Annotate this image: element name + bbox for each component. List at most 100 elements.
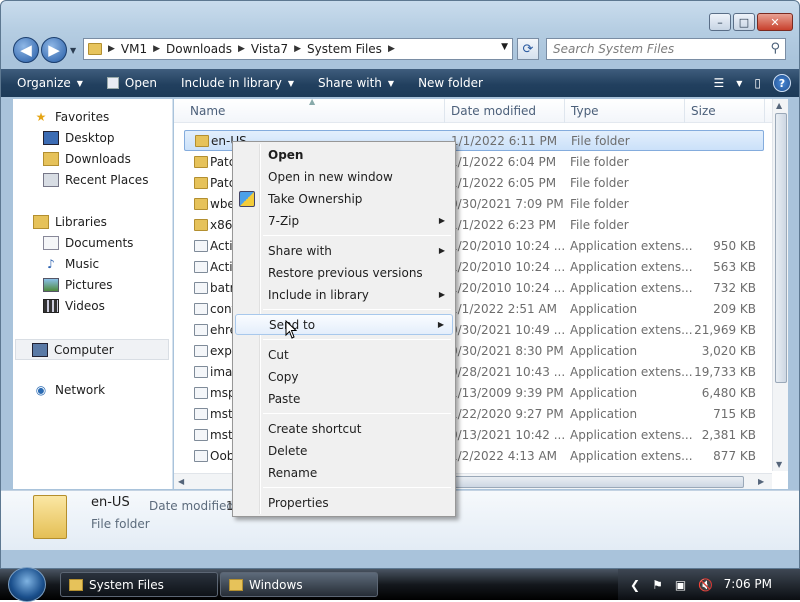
clock[interactable]: 7:06 PM [724, 577, 772, 591]
menu-item-open-new-window[interactable]: Open in new window [235, 166, 453, 187]
menu-item-7zip[interactable]: 7-Zip ▶ [235, 210, 453, 231]
help-icon[interactable]: ? [773, 74, 791, 92]
volume-muted-icon[interactable]: 🔇 [698, 578, 713, 592]
sidebar-item-downloads[interactable]: Downloads [43, 152, 131, 166]
file-type: Application extens... [570, 448, 693, 463]
column-name[interactable]: Name [190, 104, 225, 118]
menu-item-share-with[interactable]: Share with ▶ [235, 240, 453, 261]
chevron-right-icon[interactable]: ▶ [153, 44, 160, 54]
navigation-buttons: ◀ ▶ ▼ [13, 37, 76, 63]
search-placeholder: Search System Files [553, 42, 675, 56]
dropdown-arrow-icon: ▼ [287, 78, 294, 88]
file-date: 1/1/2022 6:05 PM [450, 175, 557, 190]
breadcrumb-label[interactable]: Vista7 [251, 42, 288, 56]
chevron-right-icon[interactable]: ▶ [294, 44, 301, 54]
file-size: 209 KB [713, 301, 756, 316]
menu-item-paste[interactable]: Paste [235, 388, 453, 409]
sidebar-item-desktop[interactable]: Desktop [43, 131, 115, 145]
refresh-button[interactable]: ⟳ [517, 38, 539, 60]
sidebar-item-videos[interactable]: Videos [43, 299, 105, 313]
flag-icon[interactable]: ⚑ [652, 578, 663, 592]
forward-button[interactable]: ▶ [41, 37, 67, 63]
file-type: Application extens... [570, 322, 693, 337]
menu-item-take-ownership[interactable]: Take Ownership [235, 188, 453, 209]
breadcrumb-label[interactable]: VM1 [121, 42, 147, 56]
sidebar-item-computer[interactable]: Computer [15, 339, 169, 360]
file-date: 0/30/2021 8:30 PM [450, 343, 564, 358]
column-date-modified[interactable]: Date modified [451, 104, 536, 118]
chevron-right-icon[interactable]: ▶ [388, 44, 395, 54]
open-button[interactable]: Open [99, 76, 165, 90]
taskbar-item-system-files[interactable]: System Files [60, 572, 218, 597]
breadcrumb-label[interactable]: System Files [307, 42, 382, 56]
menu-item-open[interactable]: Open [235, 144, 453, 165]
menu-item-include-in-library[interactable]: Include in library ▶ [235, 284, 453, 305]
menu-item-send-to[interactable]: Send to ▶ [235, 314, 453, 335]
breadcrumb-label[interactable]: Downloads [166, 42, 232, 56]
sidebar-item-music[interactable]: ♪ Music [43, 257, 99, 271]
scroll-down-icon[interactable]: ▼ [776, 460, 782, 469]
view-controls: ☰ ▼ ▯ ? [713, 74, 791, 92]
sidebar-item-favorites[interactable]: ★ Favorites [33, 110, 110, 124]
organize-button[interactable]: Organize ▼ [9, 76, 91, 90]
sidebar-label: Libraries [55, 215, 107, 229]
search-icon[interactable]: ⚲ [770, 41, 780, 56]
network-status-icon[interactable]: ▣ [675, 578, 686, 592]
column-divider[interactable] [764, 99, 765, 123]
start-button[interactable] [8, 567, 46, 602]
folder-icon [194, 218, 208, 231]
scroll-thumb[interactable] [775, 113, 787, 383]
back-button[interactable]: ◀ [13, 37, 39, 63]
sidebar-item-libraries[interactable]: Libraries [33, 215, 107, 229]
file-date: 1/22/2020 9:27 PM [450, 406, 564, 421]
sidebar-item-documents[interactable]: Documents [43, 236, 133, 250]
sidebar-item-pictures[interactable]: Pictures [43, 278, 113, 292]
address-dropdown-icon[interactable]: ▼ [501, 42, 508, 52]
file-type: Application [570, 343, 638, 358]
views-icon[interactable]: ☰ [713, 76, 724, 90]
file-name: x86 [210, 217, 233, 232]
minimize-button[interactable]: – [709, 13, 731, 31]
command-bar: Organize ▼ Open Include in library ▼ Share… [1, 69, 799, 97]
videos-icon [43, 299, 59, 313]
menu-item-copy[interactable]: Copy [235, 366, 453, 387]
tray-expand-icon[interactable]: ❮ [630, 578, 640, 592]
views-dropdown-icon[interactable]: ▼ [736, 79, 742, 88]
column-divider[interactable] [684, 99, 685, 123]
scroll-left-icon[interactable]: ◀ [178, 477, 184, 486]
menu-item-cut[interactable]: Cut [235, 344, 453, 365]
new-folder-button[interactable]: New folder [410, 76, 491, 90]
menu-item-create-shortcut[interactable]: Create shortcut [235, 418, 453, 439]
column-type[interactable]: Type [571, 104, 599, 118]
scroll-up-icon[interactable]: ▲ [776, 101, 782, 110]
sidebar-item-recent-places[interactable]: Recent Places [43, 173, 148, 187]
sidebar-item-network[interactable]: ◉ Network [33, 383, 105, 397]
breadcrumb-system-files[interactable]: ▶ System Files ▶ [294, 42, 395, 56]
folder-icon [194, 176, 208, 189]
menu-item-properties[interactable]: Properties [235, 492, 453, 513]
close-button[interactable]: ✕ [757, 13, 793, 31]
maximize-button[interactable]: □ [733, 13, 755, 31]
share-with-button[interactable]: Share with ▼ [310, 76, 402, 90]
chevron-right-icon[interactable]: ▶ [238, 44, 245, 54]
recent-pages-dropdown-icon[interactable]: ▼ [70, 46, 76, 55]
breadcrumb-vista7[interactable]: ▶ Vista7 [238, 42, 294, 56]
chevron-right-icon[interactable]: ▶ [108, 44, 115, 54]
menu-item-restore-previous-versions[interactable]: Restore previous versions [235, 262, 453, 283]
file-date: 1/20/2010 10:24 ... [450, 280, 566, 295]
breadcrumb-downloads[interactable]: ▶ Downloads [153, 42, 238, 56]
address-bar[interactable]: ▶ VM1 ▶ Downloads ▶ Vista7 ▶ System Files ▶ ▼ [83, 38, 513, 60]
scroll-right-icon[interactable]: ▶ [758, 477, 764, 486]
vertical-scrollbar[interactable]: ▲ ▼ [772, 99, 788, 471]
search-input[interactable]: Search System Files ⚲ [546, 38, 786, 60]
column-divider[interactable] [564, 99, 565, 123]
menu-item-rename[interactable]: Rename [235, 462, 453, 483]
file-size: 6,480 KB [701, 385, 756, 400]
taskbar-item-windows[interactable]: Windows [220, 572, 378, 597]
column-size[interactable]: Size [691, 104, 716, 118]
include-in-library-button[interactable]: Include in library ▼ [173, 76, 302, 90]
preview-pane-icon[interactable]: ▯ [754, 76, 761, 90]
column-divider[interactable] [444, 99, 445, 123]
menu-item-delete[interactable]: Delete [235, 440, 453, 461]
breadcrumb-vm1[interactable]: ▶ VM1 [108, 42, 153, 56]
